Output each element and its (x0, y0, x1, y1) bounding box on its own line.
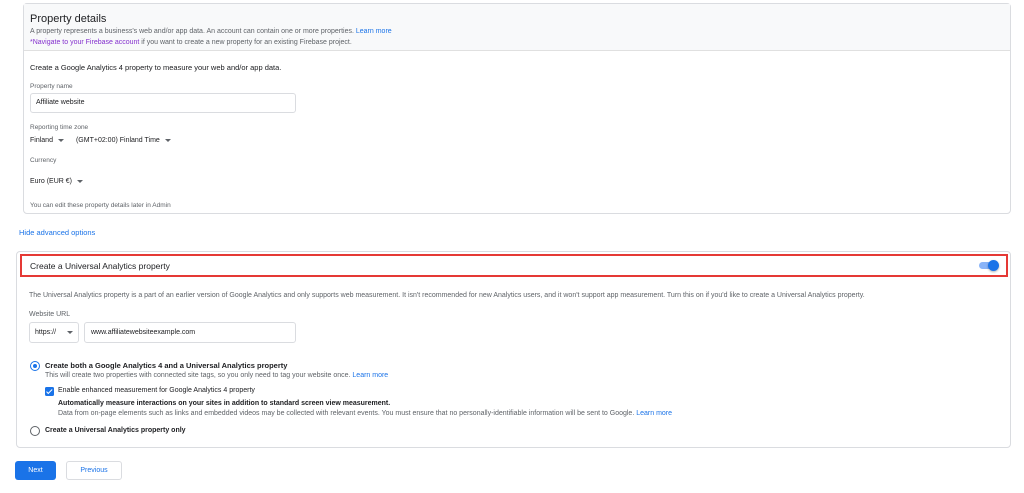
ua-description: The Universal Analytics property is a pa… (29, 292, 865, 299)
property-details-description: A property represents a business's web a… (30, 28, 392, 35)
timezone-label: Reporting time zone (30, 124, 89, 131)
radio-create-both[interactable] (30, 361, 40, 371)
edit-later-note: You can edit these property details late… (30, 202, 171, 209)
ua-property-body: The Universal Analytics property is a pa… (29, 292, 999, 343)
firebase-line: *Navigate to your Firebase account if yo… (30, 39, 352, 46)
property-details-card: Property details A property represents a… (23, 3, 1011, 214)
property-details-header: Property details A property represents a… (24, 4, 1010, 51)
next-button[interactable]: Next (15, 461, 56, 480)
enhanced-measurement-checkbox[interactable] (45, 387, 54, 396)
enhanced-learn-more-link[interactable]: Learn more (636, 410, 672, 417)
chevron-down-icon (67, 331, 73, 334)
universal-analytics-card: Create a Universal Analytics property Th… (16, 251, 1011, 448)
property-name-label: Property name (30, 83, 73, 90)
protocol-dropdown[interactable]: https:// (29, 322, 79, 343)
ga4-intro-text: Create a Google Analytics 4 property to … (30, 63, 282, 72)
enhanced-measurement-description: Data from on-page elements such as links… (58, 410, 673, 417)
property-details-body: Create a Google Analytics 4 property to … (24, 51, 1010, 219)
currency-label: Currency (30, 157, 57, 164)
property-details-title: Property details (30, 13, 107, 25)
timezone-country-dropdown[interactable]: Finland (30, 137, 64, 144)
option-ua-only-label: Create a Universal Analytics property on… (45, 427, 186, 434)
ua-property-toggle[interactable] (978, 260, 999, 271)
previous-button[interactable]: Previous (66, 461, 122, 480)
chevron-down-icon (164, 139, 171, 142)
enhanced-measurement-title: Automatically measure interactions on yo… (58, 400, 391, 407)
website-url-label: Website URL (29, 311, 71, 318)
ua-property-title: Create a Universal Analytics property (30, 260, 170, 271)
chevron-down-icon (77, 180, 84, 183)
ua-property-header: Create a Universal Analytics property (20, 254, 1008, 277)
hide-advanced-options-link[interactable]: Hide advanced options (19, 228, 95, 237)
radio-ua-only[interactable] (30, 426, 40, 436)
timezone-zone-dropdown[interactable]: (GMT+02:00) Finland Time (76, 137, 171, 144)
chevron-down-icon (57, 139, 64, 142)
firebase-account-link[interactable]: Navigate to your Firebase account (33, 39, 140, 46)
currency-row: Euro (EUR €) (30, 170, 1004, 188)
option-both-learn-more-link[interactable]: Learn more (352, 372, 388, 379)
property-learn-more-link[interactable]: Learn more (356, 28, 392, 35)
option-both-description: This will create two properties with con… (45, 372, 389, 379)
timezone-row: Finland (GMT+02:00) Finland Time (30, 137, 1004, 144)
enhanced-measurement-label: Enable enhanced measurement for Google A… (58, 387, 255, 394)
currency-dropdown[interactable]: Euro (EUR €) (30, 178, 84, 185)
option-both-title: Create both a Google Analytics 4 and a U… (45, 361, 288, 370)
website-url-input[interactable]: www.affiliatewebsiteexample.com (84, 322, 296, 343)
toggle-thumb (988, 260, 999, 271)
property-name-input[interactable]: Affiliate website (30, 93, 296, 113)
